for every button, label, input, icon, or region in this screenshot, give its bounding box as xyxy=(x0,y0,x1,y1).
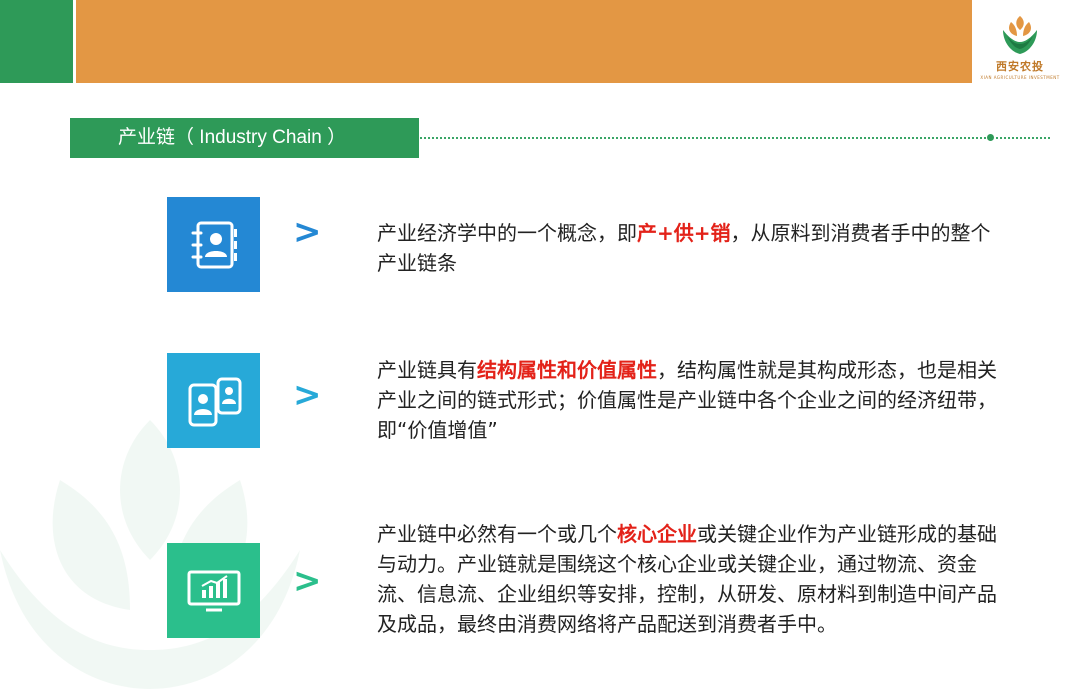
header-green-block xyxy=(0,0,73,83)
company-logo: 西安农投 XIAN AGRICULTURE INVESTMENT xyxy=(980,12,1060,82)
contact-book-icon xyxy=(191,221,237,268)
section-title-cn: 产业链 xyxy=(118,127,176,148)
title-dotted-line xyxy=(420,137,990,139)
item3-seg1: 产业链中必然有一个或几个 xyxy=(377,522,617,546)
item1-seg1: 产业经济学中的一个概念，即 xyxy=(377,221,637,245)
item2-seg1: 产业链具有 xyxy=(377,358,477,382)
item2-text: 产业链具有结构属性和价值属性，结构属性就是其构成形态，也是相关产业之间的链式形式… xyxy=(377,355,997,445)
item2-arrow: > xyxy=(293,375,322,415)
title-line-dot xyxy=(987,134,994,141)
item2-icon-box xyxy=(167,353,260,448)
item3-text: 产业链中必然有一个或几个核心企业或关键企业作为产业链形成的基础与动力。产业链就是… xyxy=(377,519,997,639)
logo-name-en: XIAN AGRICULTURE INVESTMENT xyxy=(980,75,1060,80)
item1-icon-box xyxy=(167,197,260,292)
item3-icon-box xyxy=(167,543,260,638)
wheat-logo-icon xyxy=(1003,16,1037,54)
item1-text: 产业经济学中的一个概念，即产+供+销，从原料到消费者手中的整个产业链条 xyxy=(377,218,997,278)
item2-highlight: 结构属性和价值属性 xyxy=(477,358,657,382)
mobile-users-icon xyxy=(188,377,241,426)
section-title: 产业链（ Industry Chain ） xyxy=(70,118,419,158)
section-title-en: （ Industry Chain ） xyxy=(175,127,347,148)
item1-highlight: 产+供+销 xyxy=(637,221,731,245)
logo-name-cn: 西安农投 xyxy=(996,60,1044,73)
header-orange-bar xyxy=(76,0,972,83)
title-dotted-line-end xyxy=(996,137,1050,139)
monitor-chart-icon xyxy=(187,570,240,611)
item1-arrow: > xyxy=(293,212,322,252)
item3-arrow: > xyxy=(293,561,322,601)
item3-highlight: 核心企业 xyxy=(617,522,697,546)
